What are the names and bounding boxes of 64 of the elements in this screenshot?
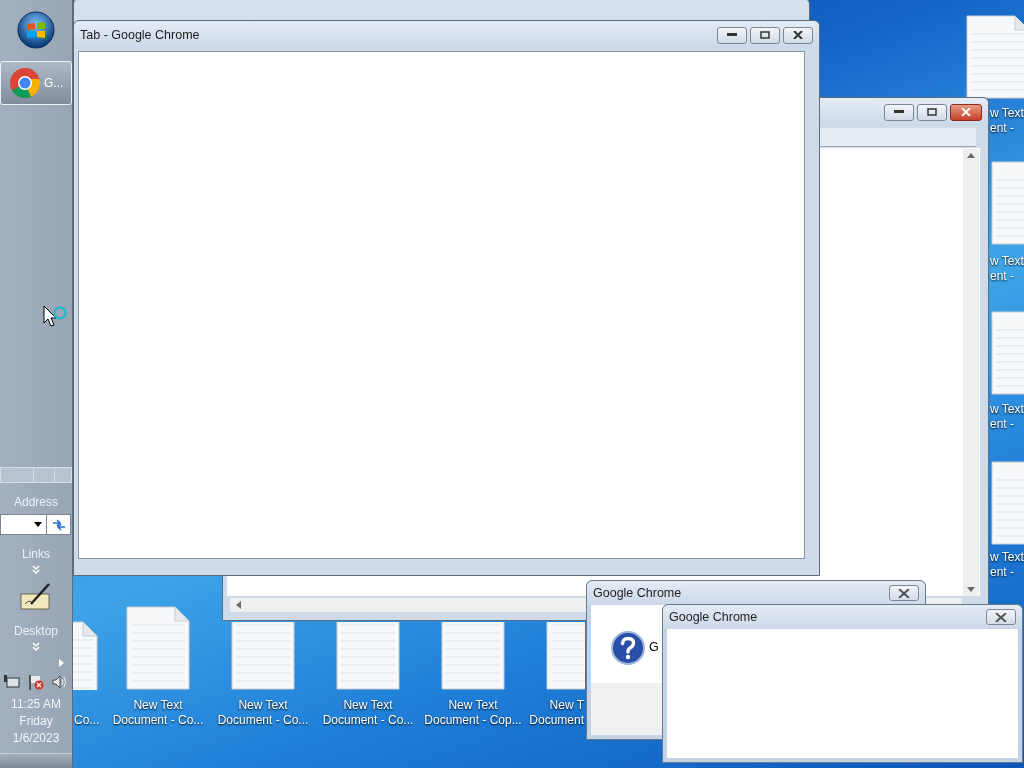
text-document-icon[interactable] (230, 622, 296, 691)
icon-label: w Text ent - (990, 106, 1024, 136)
minimize-icon (727, 33, 737, 37)
clock[interactable]: 11:25 AM Friday 1/6/2023 (11, 696, 61, 747)
maximize-button[interactable] (917, 103, 947, 121)
text-document-icon[interactable] (335, 622, 401, 691)
start-button[interactable] (17, 11, 55, 49)
icon-label: New Text Document - Co... (321, 698, 415, 728)
expand-arrow-icon[interactable] (58, 659, 64, 667)
text-document-icon[interactable] (990, 460, 1024, 546)
desktop-label: Desktop (14, 624, 58, 638)
maximize-icon (927, 108, 937, 116)
scrollbar[interactable] (963, 149, 979, 596)
close-button[interactable] (889, 585, 919, 601)
go-button[interactable] (47, 514, 71, 535)
minimize-icon (894, 110, 904, 114)
address-field[interactable] (0, 514, 47, 535)
text-document-icon[interactable] (73, 620, 99, 690)
close-icon (793, 31, 803, 39)
speaker-icon[interactable] (52, 675, 68, 689)
dialog-title: Google Chrome (593, 586, 683, 600)
close-icon (961, 108, 971, 116)
close-button[interactable] (986, 609, 1016, 625)
text-document-icon[interactable] (965, 14, 1024, 100)
scroll-left-icon[interactable] (236, 601, 241, 609)
pen-paper-icon[interactable] (19, 582, 53, 612)
taskbar-button[interactable]: G... (0, 61, 72, 105)
close-button[interactable] (783, 26, 813, 44)
close-button[interactable] (950, 103, 982, 121)
close-icon (898, 588, 910, 598)
chrome-icon (9, 67, 41, 99)
maximize-button[interactable] (750, 26, 780, 44)
text-document-icon[interactable] (125, 605, 191, 691)
dialog-title: Google Chrome (669, 610, 759, 624)
text-document-icon[interactable] (990, 310, 1024, 396)
scrollbar[interactable] (0, 467, 72, 483)
icon-label: Co... (74, 713, 100, 728)
icon-label: New T Document (528, 698, 584, 728)
icon-label: New Text Document - Co... (111, 698, 205, 728)
window-title: Tab - Google Chrome (80, 28, 201, 42)
chevron-icon[interactable] (32, 642, 40, 651)
close-icon (995, 612, 1007, 622)
flag-error-icon[interactable] (28, 675, 44, 690)
scroll-up-icon[interactable] (967, 153, 975, 158)
minimize-button[interactable] (717, 26, 747, 44)
address-label: Address (14, 495, 58, 509)
text-document-icon[interactable] (990, 160, 1024, 246)
dialog-message: G (649, 640, 659, 654)
go-arrows-icon (51, 518, 66, 531)
scroll-down-icon[interactable] (967, 587, 975, 592)
icon-label: w Text ent - (990, 402, 1024, 432)
text-document-icon[interactable] (545, 622, 585, 691)
maximize-icon (760, 31, 770, 39)
icon-label: w Text ent - (990, 550, 1024, 580)
text-document-icon[interactable] (440, 622, 506, 691)
chevron-icon[interactable] (32, 565, 40, 574)
icon-label: New Text Document - Cop... (423, 698, 523, 728)
dropdown-icon (34, 522, 42, 527)
minimize-button[interactable] (884, 103, 914, 121)
network-icon[interactable] (4, 675, 20, 689)
question-icon (611, 631, 645, 665)
links-label: Links (22, 547, 50, 561)
icon-label: New Text Document - Co... (216, 698, 310, 728)
icon-label: w Text ent - (990, 254, 1024, 284)
